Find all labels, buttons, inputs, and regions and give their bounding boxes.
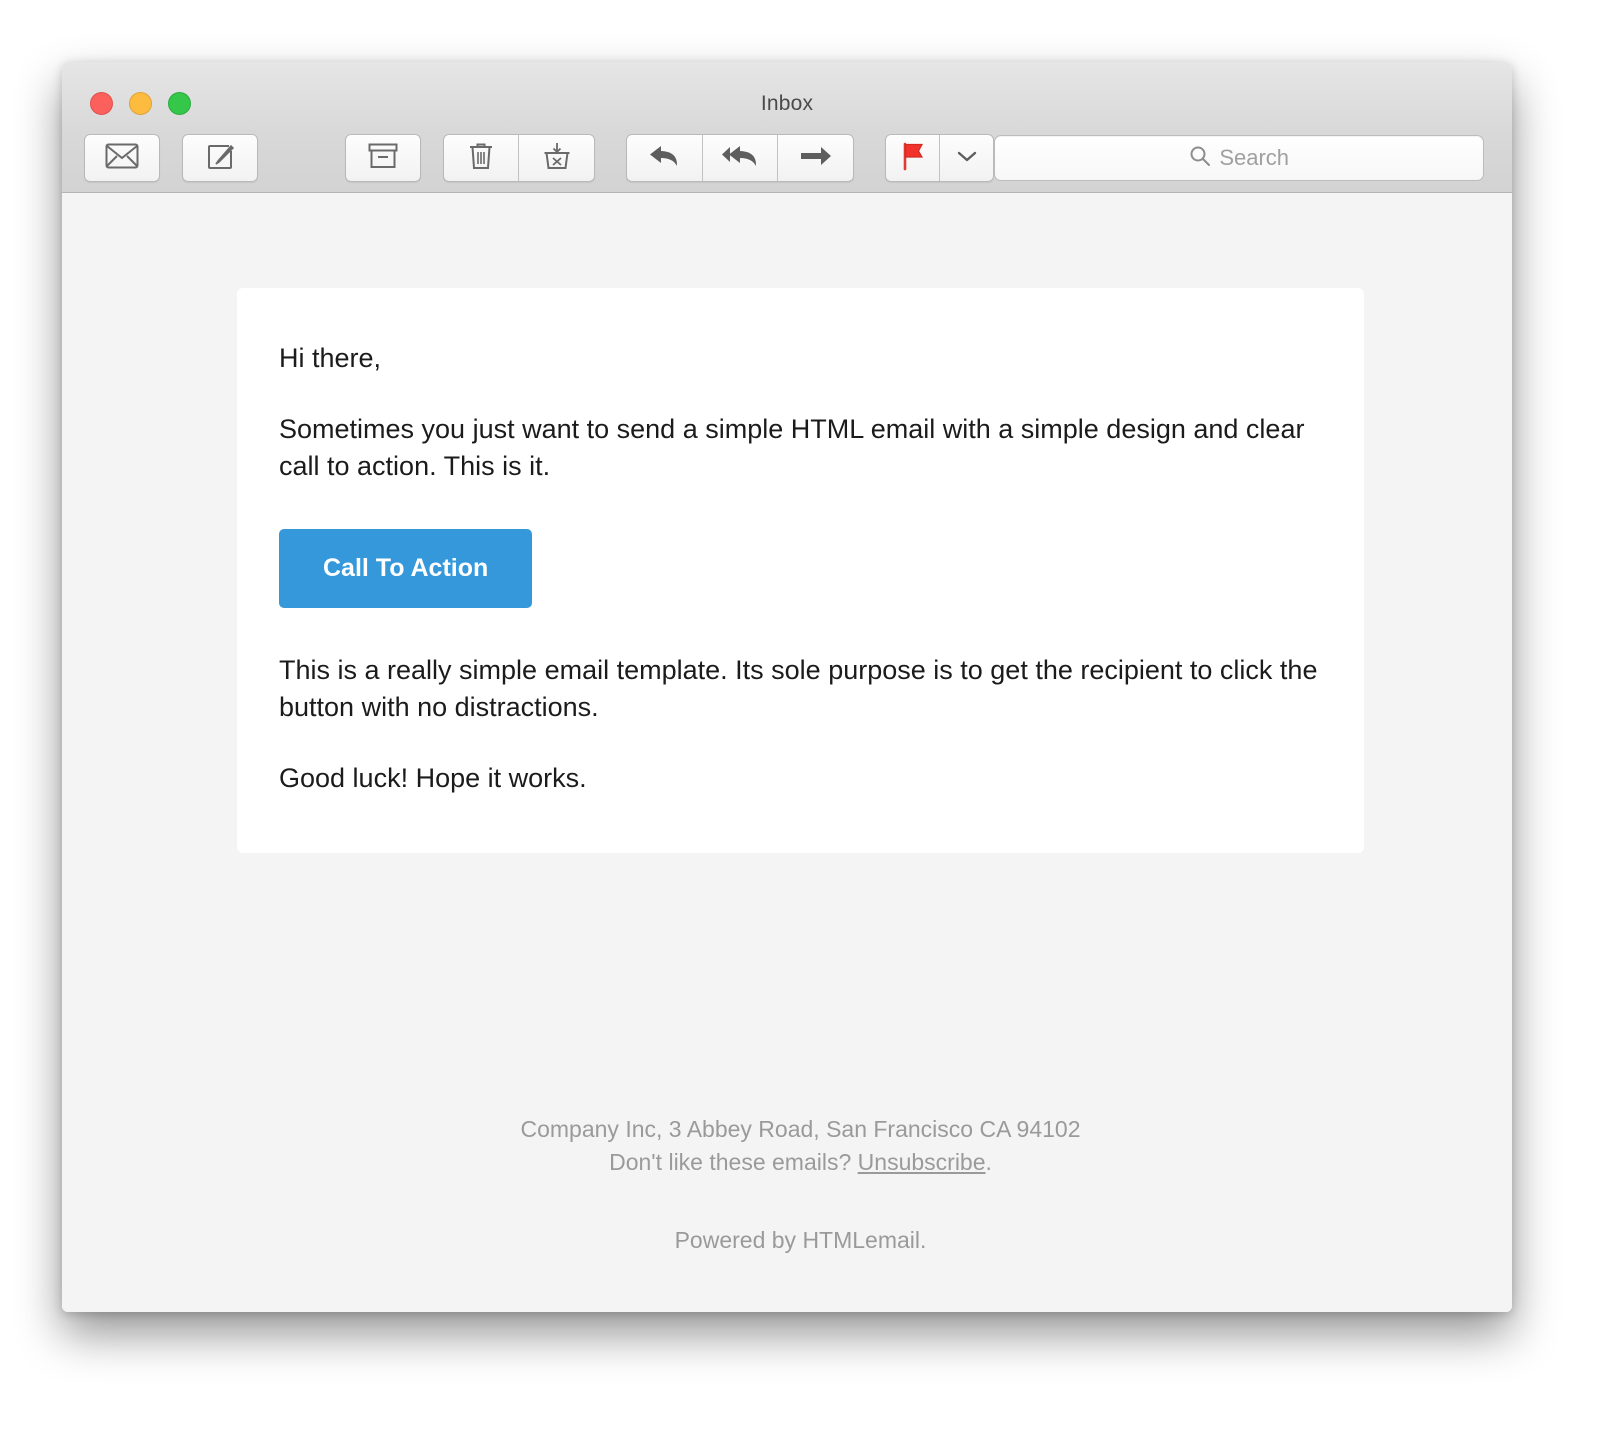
archive-button[interactable] xyxy=(346,135,421,181)
archive-box-icon xyxy=(367,142,399,175)
page-title: Inbox xyxy=(760,92,814,115)
search-icon xyxy=(1189,145,1211,172)
email-greeting: Hi there, xyxy=(279,343,382,373)
delete-junk-group xyxy=(442,134,595,182)
message-content-area: Hi there, Sometimes you just want to sen… xyxy=(62,193,1512,1312)
reply-all-button[interactable] xyxy=(701,135,778,181)
unsubscribe-link[interactable]: Unsubscribe xyxy=(858,1149,986,1175)
forward-button[interactable] xyxy=(777,135,853,181)
unsubscribe-suffix: . xyxy=(985,1148,992,1175)
reply-all-arrow-icon xyxy=(720,142,760,175)
footer-signature: Powered by HTMLemail. xyxy=(674,1227,927,1254)
email-footer: Company Inc, 3 Abbey Road, San Francisco… xyxy=(237,1113,1364,1257)
archive-group xyxy=(344,134,422,182)
call-to-action-button[interactable]: Call To Action xyxy=(279,528,533,608)
reply-arrow-icon xyxy=(648,142,682,175)
mail-toolbar: Search xyxy=(62,128,1512,188)
email-body-card: Hi there, Sometimes you just want to sen… xyxy=(237,288,1364,853)
reply-button[interactable] xyxy=(627,135,702,181)
get-mail-button[interactable] xyxy=(85,135,160,181)
footer-address: Company Inc, 3 Abbey Road, San Francisco… xyxy=(520,1116,1081,1142)
flag-menu-button[interactable] xyxy=(939,135,993,181)
unsubscribe-prefix: Don't like these emails? xyxy=(609,1148,858,1175)
window-titlebar: Inbox Search xyxy=(62,62,1512,193)
flag-button[interactable] xyxy=(886,135,939,181)
junk-mail-icon xyxy=(542,141,572,176)
footer-unsubscribe-line: Don't like these emails? Unsubscribe. xyxy=(237,1146,1364,1179)
trash-icon xyxy=(467,141,495,176)
compose-button[interactable] xyxy=(183,135,258,181)
junk-button[interactable] xyxy=(518,135,594,181)
chevron-down-icon xyxy=(956,149,978,168)
red-flag-icon xyxy=(899,141,927,176)
forward-arrow-icon xyxy=(799,144,833,173)
email-body-paragraph: This is a really simple email template. … xyxy=(279,654,1318,722)
compose-group xyxy=(181,134,259,182)
flag-group xyxy=(885,134,995,182)
email-intro-paragraph: Sometimes you just want to send a simple… xyxy=(279,413,1305,481)
mail-app-window: Inbox Search Hi there, Sometimes you jus… xyxy=(62,62,1512,1312)
search-placeholder: Search xyxy=(1219,145,1290,170)
reply-forward-group xyxy=(626,134,854,182)
delete-button[interactable] xyxy=(444,135,519,181)
search-field[interactable]: Search xyxy=(994,135,1484,181)
envelope-icon xyxy=(105,143,139,174)
get-mail-group xyxy=(83,134,161,182)
email-closing-paragraph: Good luck! Hope it works. xyxy=(279,762,587,793)
compose-icon xyxy=(204,140,236,177)
